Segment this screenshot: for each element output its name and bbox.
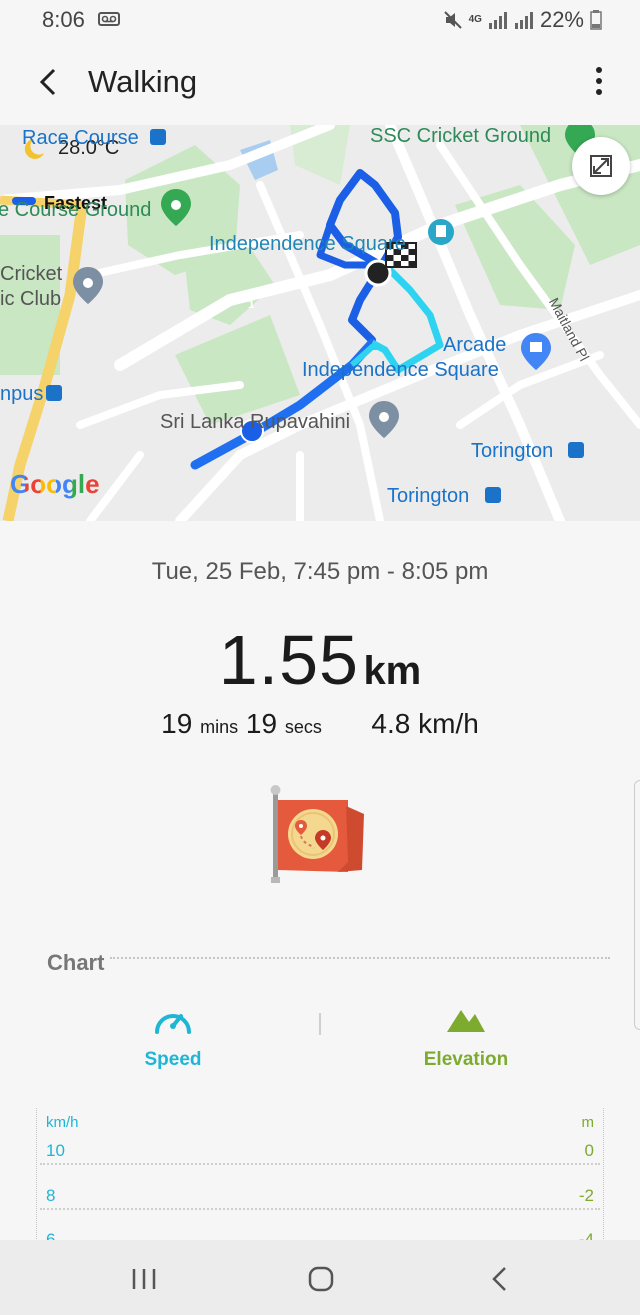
- distance-unit: km: [363, 649, 422, 693]
- route-map[interactable]: 28.0°C Fastest Race Course SSC Cricket G…: [0, 125, 640, 521]
- map-label-independence-square: Independence Square: [302, 359, 499, 381]
- voicemail-icon: [98, 12, 120, 26]
- map-label-torington-2: Torington: [387, 485, 470, 507]
- battery-percent: 22%: [539, 7, 584, 32]
- map-label-torington-1: Torington: [471, 440, 554, 462]
- speedometer-icon: [155, 1014, 191, 1034]
- duration-mins: 19: [161, 708, 193, 739]
- network-type: 4G: [468, 14, 482, 25]
- page-title: Walking: [88, 64, 198, 99]
- back-icon[interactable]: [480, 1262, 520, 1296]
- speed-elevation-chart: [36, 1108, 604, 1243]
- start-marker-label: 1: [248, 297, 255, 311]
- map-label-course-ground: e Course Ground: [0, 199, 152, 221]
- grid-line: [40, 1208, 600, 1210]
- chart-section-title: Chart: [47, 950, 105, 975]
- elevation-label: Elevation: [423, 1049, 509, 1070]
- map-label-cricket: Cricket: [0, 263, 63, 285]
- mute-icon: [443, 11, 462, 29]
- speed-label: Speed: [144, 1049, 202, 1070]
- route-flag-icon[interactable]: [268, 782, 372, 886]
- speed-toggle[interactable]: Speed: [73, 1004, 273, 1071]
- google-logo: Google: [10, 469, 100, 500]
- left-tick: 8: [46, 1186, 56, 1205]
- side-panel-handle[interactable]: [634, 780, 640, 1030]
- signal-icon: [514, 12, 533, 29]
- average-speed: 4.8 km/h: [371, 708, 479, 739]
- workout-date-range: Tue, 25 Feb, 7:45 pm - 8:05 pm: [151, 558, 489, 585]
- google-logo-text: Google: [10, 469, 100, 499]
- secs-label: secs: [284, 717, 322, 737]
- recent-apps-icon[interactable]: [124, 1262, 164, 1296]
- expand-map-button[interactable]: [572, 137, 630, 195]
- map-label-race-course: Race Course: [22, 127, 139, 149]
- stats-row: 19 mins 19 secs 4.8 km/h: [0, 708, 640, 740]
- status-icons: 4G 22%: [443, 7, 602, 33]
- map-label-club: ic Club: [0, 288, 62, 310]
- map-label-campus: npus: [0, 383, 44, 405]
- right-tick: -2: [578, 1186, 594, 1205]
- right-tick: 0: [584, 1141, 594, 1160]
- elevation-toggle[interactable]: Elevation: [366, 1004, 566, 1071]
- left-axis-unit: km/h: [46, 1114, 79, 1131]
- toggle-divider: [319, 1013, 321, 1035]
- signal-icon: [488, 12, 507, 29]
- home-icon[interactable]: [301, 1262, 341, 1296]
- grid-line: [40, 1163, 600, 1165]
- distance-display: 1.55 km: [0, 620, 640, 700]
- map-label-arcade: Arcade: [443, 334, 507, 356]
- distance-value: 1.55: [218, 621, 359, 699]
- mins-label: mins: [200, 717, 239, 737]
- left-tick: 10: [46, 1141, 65, 1160]
- chart-title-divider: [110, 957, 610, 959]
- duration-secs: 19: [245, 708, 278, 739]
- mountain-icon: [447, 1010, 485, 1032]
- map-label-ssc-ground: SSC Cricket Ground: [370, 125, 552, 147]
- map-label-independence-square-top: Independence Square: [209, 233, 406, 255]
- battery-icon: [590, 10, 602, 30]
- back-arrow-icon[interactable]: [30, 62, 70, 102]
- map-label-rupavahini: Sri Lanka Rupavahini: [160, 411, 351, 433]
- system-nav-bar: [0, 1240, 640, 1315]
- status-bar: 8:06 4G 22%: [0, 0, 640, 40]
- right-axis-unit: m: [581, 1114, 595, 1131]
- expand-icon: [590, 155, 612, 177]
- more-vertical-icon[interactable]: [594, 66, 604, 96]
- app-bar: Walking: [0, 40, 640, 125]
- status-time: 8:06: [42, 7, 85, 32]
